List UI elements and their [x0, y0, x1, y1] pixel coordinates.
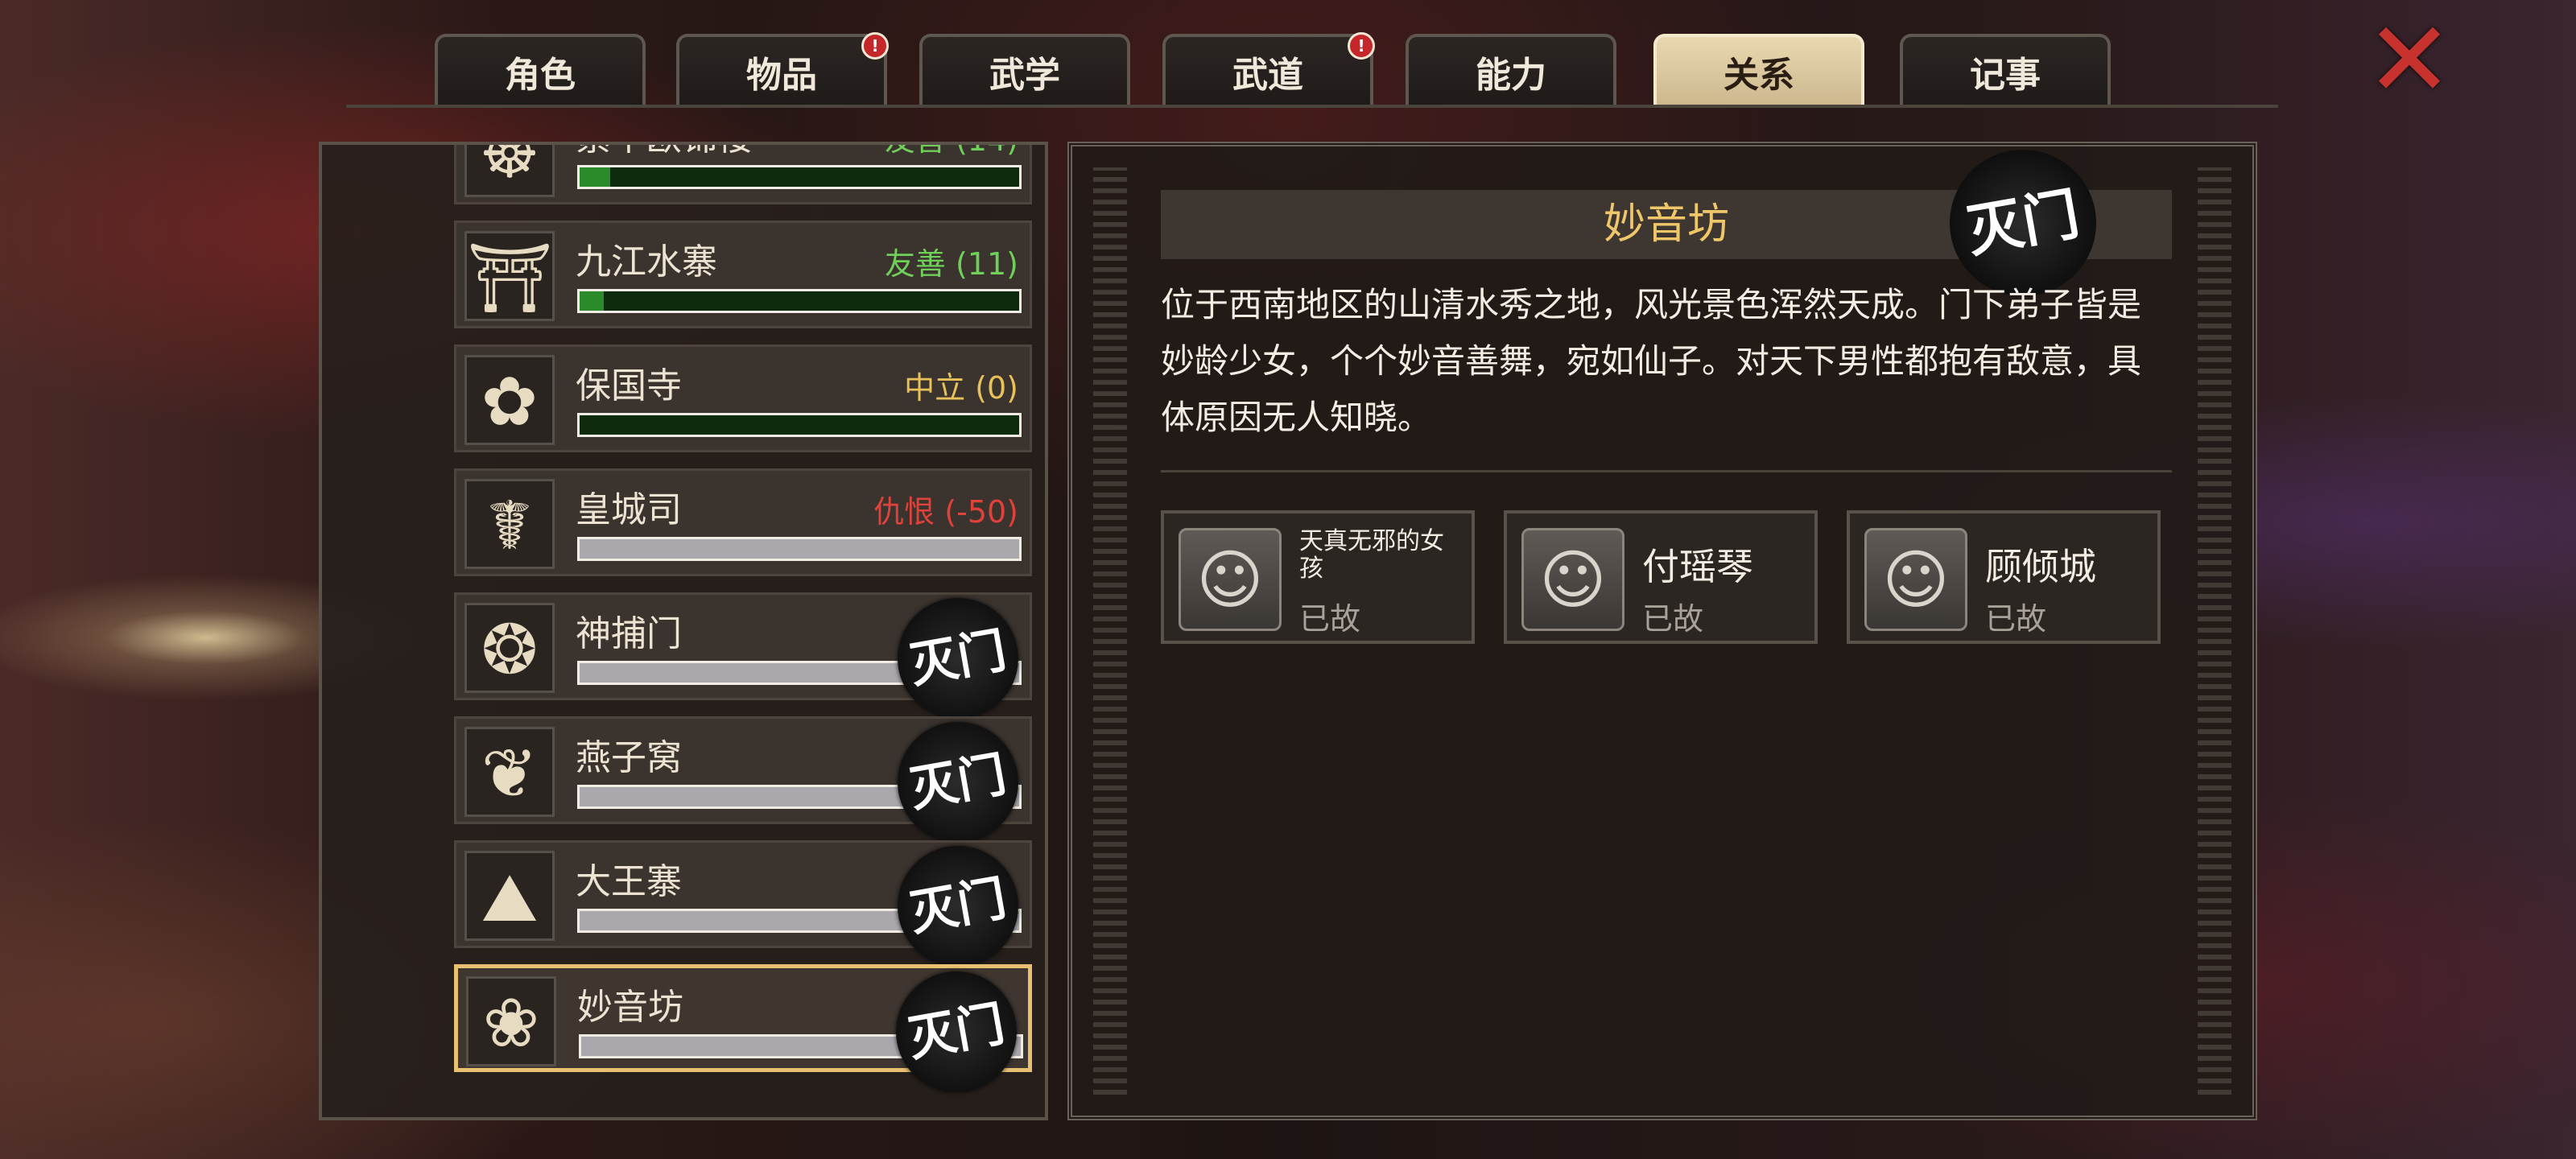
- sect-emblem-icon: ❀: [466, 976, 556, 1066]
- sect-description: 位于西南地区的山清水秀之地，风光景色浑然天成。门下弟子皆是妙龄少女，个个妙音善舞…: [1161, 285, 2142, 437]
- destroyed-stamp: 灭门: [888, 712, 1028, 852]
- tab-abilities[interactable]: 能力: [1406, 34, 1616, 105]
- tab-character[interactable]: 角色: [435, 34, 646, 105]
- member-card[interactable]: ☺ 顾倾城 已故: [1847, 510, 2161, 644]
- close-icon[interactable]: ✕: [2365, 7, 2454, 112]
- tab-label: 记事: [1970, 55, 2041, 96]
- member-status: 已故: [1299, 601, 1361, 637]
- portrait-icon: ☺: [1179, 528, 1282, 631]
- tab-journal[interactable]: 记事: [1900, 34, 2111, 105]
- destroyed-stamp: 灭门: [888, 836, 1028, 976]
- sect-relation-status: 仇恨 (-50): [873, 494, 1018, 530]
- sect-name: 皇城司: [576, 489, 682, 530]
- sect-name: 大王寨: [576, 861, 682, 902]
- sect-relation-status: 友善 (11): [884, 246, 1018, 282]
- sect-row[interactable]: ❦ 燕子窝 灭门: [454, 712, 1032, 852]
- sect-relation-status: 友善 (14): [885, 145, 1018, 159]
- sect-row[interactable]: ✿ 保国寺 中立 (0): [454, 344, 1032, 452]
- sect-row[interactable]: ☤ 皇城司 仇恨 (-50): [454, 468, 1032, 576]
- relation-bar-fill: [580, 291, 605, 311]
- member-name: 天真无邪的女孩: [1299, 527, 1444, 583]
- tab-martial-way[interactable]: 武道!: [1162, 32, 1375, 105]
- member-status: 已故: [1985, 601, 2047, 637]
- sect-row[interactable]: ☸ 紫竿欧锦楼 友善 (14): [454, 145, 1032, 204]
- member-list: ☺ 天真无邪的女孩 已故 ☺ 付瑶琴 已故 ☺ 顾倾城 已故: [1161, 510, 2172, 647]
- tab-divider: [346, 105, 2278, 108]
- tab-martial-arts[interactable]: 武学: [919, 34, 1130, 105]
- sect-name: 燕子窝: [576, 737, 682, 778]
- sect-name: 紫竿欧锦楼: [576, 145, 753, 160]
- sect-emblem-icon: ☸: [464, 145, 555, 197]
- destroyed-stamp: 灭门: [886, 962, 1026, 1102]
- sect-emblem-icon: ☤: [464, 479, 555, 569]
- relation-bar-fill: [580, 167, 611, 187]
- sect-row[interactable]: ⛩ 九江水寨 友善 (11): [454, 221, 1032, 328]
- sect-list-panel: ☸ 紫竿欧锦楼 友善 (14) ⛩ 九江水寨 友善 (11) ✿ 保国寺 中立 …: [319, 142, 1048, 1120]
- sect-emblem-icon: ⛰: [464, 851, 555, 941]
- member-status: 已故: [1642, 601, 1704, 637]
- portrait-icon: ☺: [1864, 528, 1967, 631]
- sect-name: 保国寺: [576, 365, 682, 406]
- sect-name: 妙音坊: [577, 987, 683, 1028]
- sect-name: 九江水寨: [576, 241, 717, 283]
- sect-emblem-icon: ❦: [464, 727, 555, 817]
- sect-relation-status: 中立 (0): [904, 370, 1018, 406]
- alert-badge: !: [861, 32, 889, 60]
- destroyed-stamp: 灭门: [888, 588, 1028, 728]
- tab-label: 物品: [746, 55, 817, 96]
- sect-list[interactable]: ☸ 紫竿欧锦楼 友善 (14) ⛩ 九江水寨 友善 (11) ✿ 保国寺 中立 …: [454, 145, 1034, 1107]
- sect-row[interactable]: ⛰ 大王寨 灭门: [454, 836, 1032, 976]
- sect-detail-panel: 妙音坊 灭门 位于西南地区的山清水秀之地，风光景色浑然天成。门下弟子皆是妙龄少女…: [1067, 138, 2257, 1120]
- tab-relations[interactable]: 关系: [1653, 34, 1864, 105]
- tab-label: 武道: [1232, 55, 1303, 96]
- tab-label: 关系: [1724, 55, 1794, 96]
- relation-bar: [577, 413, 1022, 437]
- member-card[interactable]: ☺ 付瑶琴 已故: [1504, 510, 1818, 644]
- relation-bar: [577, 537, 1022, 561]
- sect-row-selected[interactable]: ❀ 妙音坊 灭门: [454, 962, 1032, 1102]
- tab-items[interactable]: 物品!: [676, 32, 889, 105]
- relation-bar: [577, 289, 1022, 313]
- tab-label: 角色: [505, 55, 576, 96]
- sect-emblem-icon: ⛩: [464, 231, 555, 321]
- member-card[interactable]: ☺ 天真无邪的女孩 已故: [1161, 510, 1475, 644]
- member-name: 付瑶琴: [1642, 545, 1753, 588]
- relation-bar: [577, 165, 1022, 189]
- sect-emblem-icon: ✿: [464, 355, 555, 445]
- sect-name: 神捕门: [576, 613, 682, 654]
- tab-label: 武学: [989, 55, 1060, 96]
- divider: [1161, 470, 2172, 472]
- portrait-icon: ☺: [1521, 528, 1624, 631]
- alert-badge: !: [1348, 32, 1375, 60]
- member-name: 顾倾城: [1985, 545, 2096, 588]
- tab-label: 能力: [1476, 55, 1546, 96]
- sect-row[interactable]: ❂ 神捕门 灭门: [454, 588, 1032, 728]
- sect-emblem-icon: ❂: [464, 603, 555, 693]
